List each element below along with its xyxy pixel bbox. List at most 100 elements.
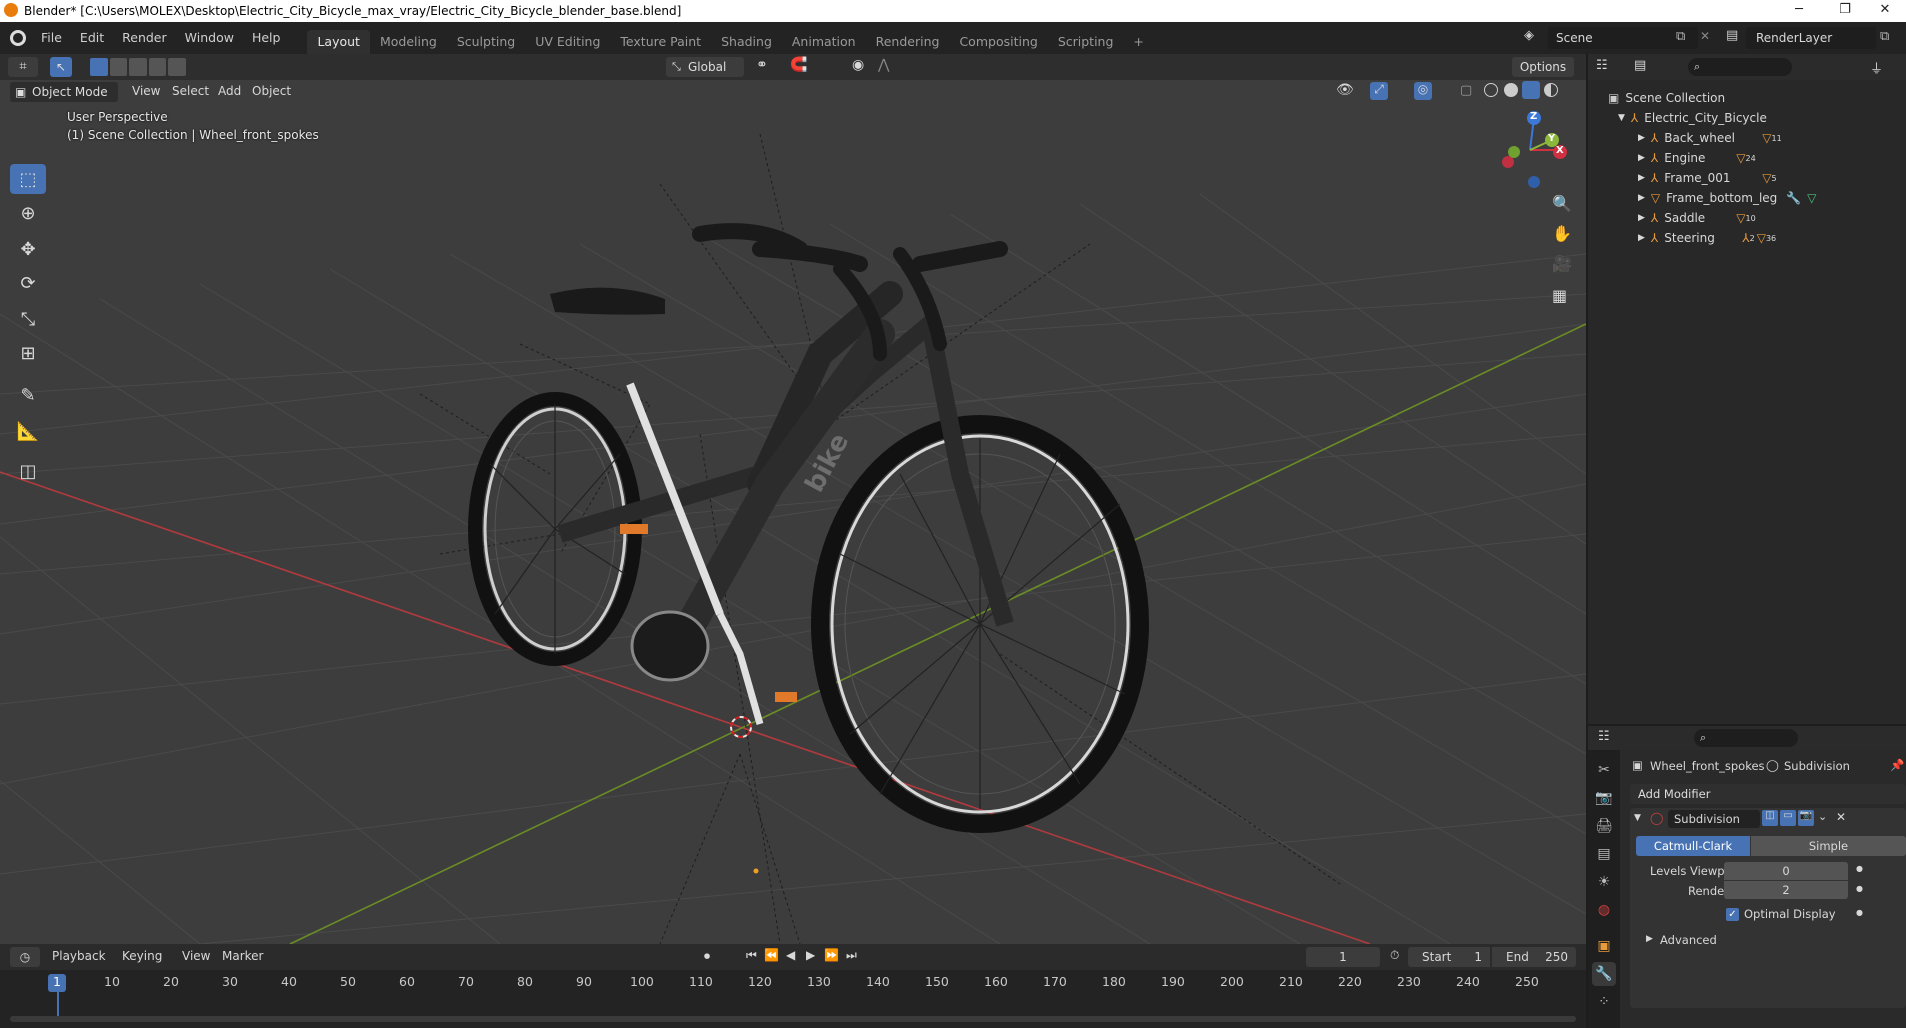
next-keyframe-icon[interactable]: ⏩: [824, 948, 839, 962]
collapse-arrow-icon[interactable]: ▶: [1638, 213, 1645, 223]
start-frame-field[interactable]: Start 1: [1408, 947, 1490, 967]
edit-mode-toggle-icon[interactable]: ◫: [1762, 810, 1778, 826]
select-invert-icon[interactable]: [148, 58, 167, 76]
blender-menu-icon[interactable]: [10, 30, 26, 46]
cursor-tool[interactable]: ⊕: [10, 198, 46, 228]
viewport-3d[interactable]: bike ⌗ ↖ ⤡ Global ⚭ 🧲 ◉ ⋀ Options ▣ Obje…: [0, 54, 1586, 944]
mode-dropdown[interactable]: ▣ Object Mode: [10, 82, 118, 102]
menu-playback[interactable]: Playback: [52, 949, 106, 963]
falloff-icon[interactable]: ⋀: [878, 57, 889, 73]
view-layer-tab-icon[interactable]: ▤: [1592, 842, 1616, 866]
render-levels-field[interactable]: 2: [1724, 881, 1848, 899]
properties-editor-type-icon[interactable]: ☷: [1598, 729, 1610, 744]
outliner-row-frame-001[interactable]: ▶ ⅄ Frame_001 ▽ 5: [1588, 168, 1894, 188]
panel-collapse-arrow-icon[interactable]: ▼: [1634, 813, 1641, 823]
rendered-shading-icon[interactable]: [1544, 83, 1558, 97]
display-mode-icon[interactable]: ▤: [1634, 58, 1646, 73]
select-mode-icon[interactable]: ↖: [50, 57, 72, 77]
menu-keying[interactable]: Keying: [122, 949, 162, 963]
menu-object[interactable]: Object: [252, 84, 291, 98]
playhead[interactable]: [57, 992, 59, 1016]
material-shading-icon[interactable]: [1522, 81, 1540, 99]
select-box-tool[interactable]: ⬚: [10, 164, 46, 194]
outliner-editor-type-icon[interactable]: ☷: [1596, 58, 1608, 73]
timeline-ruler[interactable]: 1 10 20 30 40 50 60 70 80 90 100 110 120…: [0, 972, 1586, 1028]
output-tab-icon[interactable]: 🖨: [1592, 814, 1616, 838]
menu-select[interactable]: Select: [172, 84, 209, 98]
menu-render[interactable]: Render: [113, 22, 176, 54]
proportional-edit-icon[interactable]: ◉: [852, 57, 864, 73]
render-layer-selector[interactable]: RenderLayer: [1746, 27, 1876, 49]
modifier-name-input[interactable]: Subdivision: [1668, 810, 1760, 828]
outliner-row-engine[interactable]: ▶ ⅄ Engine ▽ 24: [1588, 148, 1894, 168]
outliner-row-saddle[interactable]: ▶ ⅄ Saddle ▽ 10: [1588, 208, 1894, 228]
tab-layout[interactable]: Layout: [307, 30, 370, 54]
current-frame-field[interactable]: 1: [1306, 947, 1380, 967]
add-cube-tool[interactable]: ◫: [10, 456, 46, 486]
outliner-search-input[interactable]: ⌕: [1688, 58, 1792, 76]
play-icon[interactable]: ▶: [806, 948, 815, 962]
filter-icon[interactable]: ⏚: [1870, 58, 1883, 77]
outliner-row-scene-collection[interactable]: ▣ Scene Collection: [1588, 88, 1894, 108]
remove-modifier-icon[interactable]: ✕: [1836, 810, 1846, 824]
gizmo-toggle-icon[interactable]: ⤢: [1370, 82, 1388, 100]
keyframe-dot-icon[interactable]: ●: [1856, 864, 1863, 873]
options-dropdown[interactable]: Options: [1512, 57, 1574, 77]
select-extend-icon[interactable]: [109, 58, 128, 76]
tab-texture-paint[interactable]: Texture Paint: [610, 30, 711, 54]
transform-tool[interactable]: ⊞: [10, 338, 46, 368]
pin-icon[interactable]: 📌: [1890, 758, 1904, 772]
new-scene-icon[interactable]: ⧉: [1676, 29, 1685, 44]
solid-shading-icon[interactable]: [1504, 83, 1518, 97]
collapse-arrow-icon[interactable]: ▶: [1638, 173, 1645, 183]
collapse-arrow-icon[interactable]: ▶: [1638, 193, 1645, 203]
object-tab-icon[interactable]: ▣: [1592, 934, 1616, 958]
modifier-tab-icon[interactable]: 🔧: [1592, 962, 1616, 986]
jump-end-icon[interactable]: ⏭: [846, 948, 857, 963]
select-new-icon[interactable]: [90, 58, 108, 76]
viewport-display-toggle-icon[interactable]: ▭: [1780, 810, 1796, 826]
tab-modeling[interactable]: Modeling: [370, 30, 447, 54]
outliner-row-steering[interactable]: ▶ ⅄ Steering ⅄ 2 ▽ 36: [1588, 228, 1894, 248]
snap-icon[interactable]: 🧲: [790, 57, 807, 73]
minimize-button[interactable]: ─: [1776, 0, 1822, 22]
particles-tab-icon[interactable]: ⁘: [1592, 990, 1616, 1014]
keyframe-dot-icon[interactable]: ●: [1856, 884, 1863, 893]
jump-start-icon[interactable]: ⏮: [746, 948, 757, 963]
tab-compositing[interactable]: Compositing: [949, 30, 1047, 54]
pivot-point-icon[interactable]: ⚭: [756, 57, 768, 73]
tab-sculpting[interactable]: Sculpting: [447, 30, 525, 54]
levels-viewport-field[interactable]: 0: [1724, 862, 1848, 880]
scene-tab-icon[interactable]: ☀: [1592, 870, 1616, 894]
end-frame-field[interactable]: End 250: [1492, 947, 1576, 967]
menu-file[interactable]: File: [32, 22, 71, 54]
timeline-scrollbar[interactable]: [10, 1016, 1576, 1022]
tab-scripting[interactable]: Scripting: [1048, 30, 1124, 54]
modifier-menu-chevron-icon[interactable]: ⌄: [1818, 810, 1827, 823]
xray-icon[interactable]: ▢: [1460, 83, 1472, 98]
tab-shading[interactable]: Shading: [711, 30, 782, 54]
tab-animation[interactable]: Animation: [782, 30, 866, 54]
outliner-row-frame-bottom-leg[interactable]: ▶ ▽ Frame_bottom_leg 🔧 ▽: [1588, 188, 1894, 208]
collapse-arrow-icon[interactable]: ▶: [1638, 153, 1645, 163]
select-intersect-icon[interactable]: [168, 58, 186, 76]
wireframe-shading-icon[interactable]: [1484, 83, 1498, 97]
expand-arrow-icon[interactable]: ▼: [1618, 113, 1625, 123]
delete-scene-icon[interactable]: ✕: [1700, 29, 1710, 43]
pan-hand-icon[interactable]: ✋: [1552, 224, 1572, 243]
menu-marker[interactable]: Marker: [222, 949, 263, 963]
menu-edit[interactable]: Edit: [71, 22, 113, 54]
transform-orientation-dropdown[interactable]: ⤡ Global: [666, 57, 744, 77]
menu-help[interactable]: Help: [243, 22, 290, 54]
menu-window[interactable]: Window: [176, 22, 243, 54]
visibility-icon[interactable]: 👁: [1336, 82, 1354, 98]
orthographic-toggle-icon[interactable]: ▦: [1552, 286, 1567, 305]
world-tab-icon[interactable]: ◍: [1592, 898, 1616, 922]
tab-rendering[interactable]: Rendering: [866, 30, 950, 54]
camera-view-icon[interactable]: 🎥: [1552, 254, 1572, 273]
play-reverse-icon[interactable]: ◀: [786, 948, 795, 962]
zoom-icon[interactable]: 🔍: [1552, 194, 1572, 213]
add-workspace-button[interactable]: +: [1123, 30, 1153, 54]
close-window-button[interactable]: ✕: [1862, 0, 1906, 22]
annotate-tool[interactable]: ✎: [10, 380, 46, 410]
